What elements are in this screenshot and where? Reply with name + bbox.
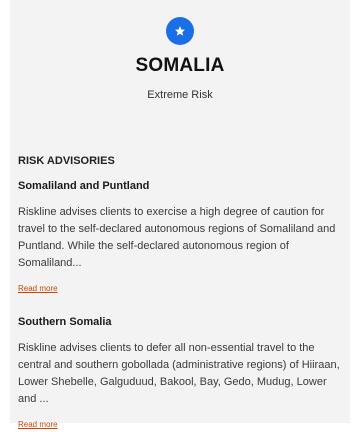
advisory-item: Somaliland and Puntland Riskline advises… xyxy=(18,180,346,296)
country-risk-panel: SOMALIA Extreme Risk RISK ADVISORIES Som… xyxy=(10,0,350,429)
read-more-link[interactable]: Read more xyxy=(18,284,58,293)
advisory-item: Southern Somalia Riskline advises client… xyxy=(18,316,346,432)
risk-level: Extreme Risk xyxy=(147,89,213,101)
country-header: SOMALIA Extreme Risk xyxy=(10,0,350,120)
advisory-body: Riskline advises clients to exercise a h… xyxy=(18,206,336,269)
advisory-body: Riskline advises clients to defer all no… xyxy=(18,342,340,405)
advisory-title: Southern Somalia xyxy=(18,316,112,328)
country-name: SOMALIA xyxy=(135,55,225,76)
advisory-title: Somaliland and Puntland xyxy=(18,180,150,192)
section-heading: RISK ADVISORIES xyxy=(18,155,115,167)
star-icon xyxy=(166,17,194,45)
read-more-link[interactable]: Read more xyxy=(18,420,58,429)
